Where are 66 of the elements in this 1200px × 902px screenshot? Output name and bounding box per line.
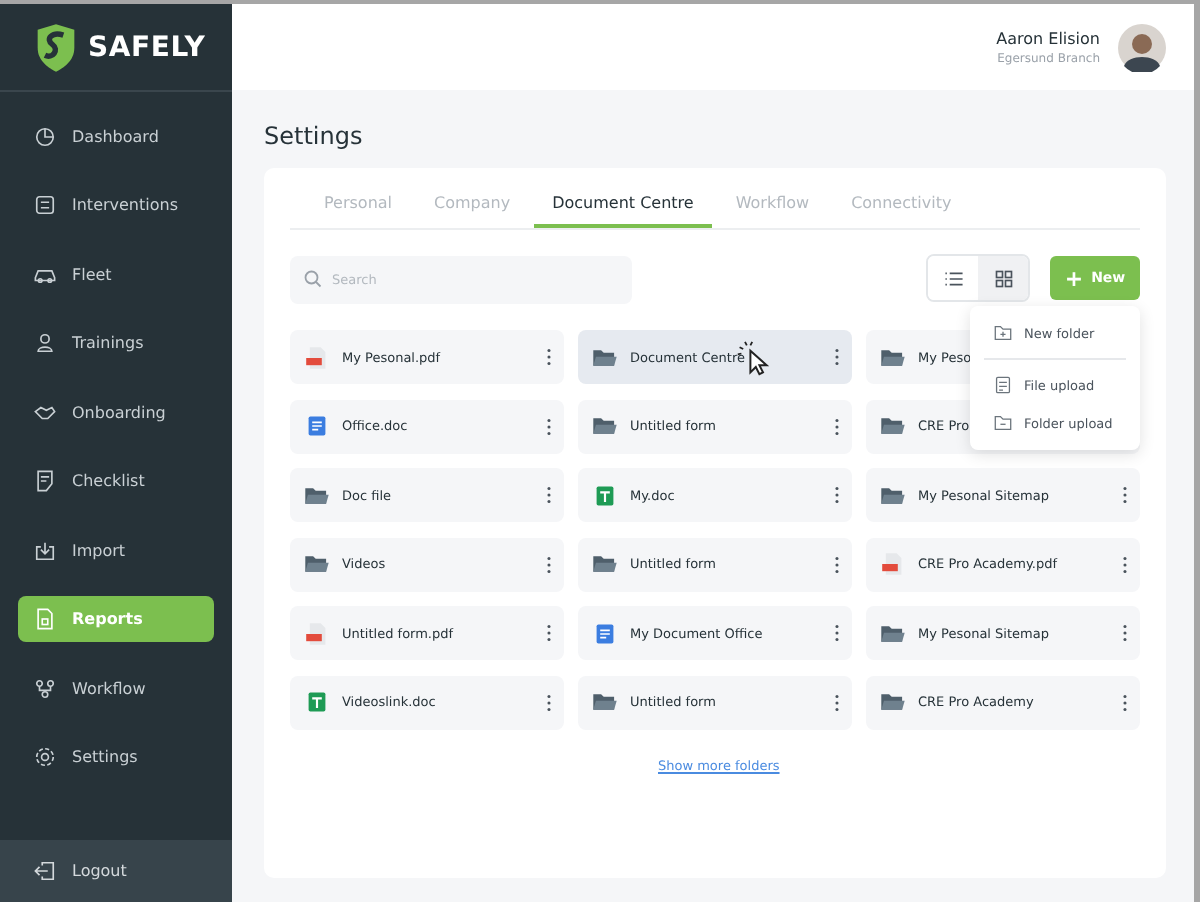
sidebar-item[interactable]: Checklist	[18, 458, 214, 505]
sidebar-item[interactable]: Interventions	[18, 182, 214, 229]
search-icon	[304, 269, 322, 287]
folder-icon	[880, 621, 906, 645]
shield-logo-icon	[34, 23, 78, 71]
more-options-icon[interactable]	[834, 555, 840, 573]
pie-chart-icon	[34, 125, 56, 148]
workflow-icon	[34, 677, 56, 700]
more-options-icon[interactable]	[834, 417, 840, 435]
more-options-icon[interactable]	[834, 348, 840, 366]
sidebar-item[interactable]: Onboarding	[18, 389, 214, 436]
folder-icon	[592, 345, 618, 369]
spreadsheet-icon	[304, 690, 330, 714]
more-options-icon[interactable]	[834, 693, 840, 711]
folder-icon	[304, 552, 330, 576]
sidebar-item[interactable]: Workflow	[18, 665, 214, 712]
more-options-icon[interactable]	[1122, 693, 1128, 711]
more-options-icon[interactable]	[1122, 555, 1128, 573]
sidebar-item[interactable]: Import	[18, 527, 214, 574]
more-options-icon[interactable]	[546, 555, 552, 573]
person-icon	[34, 332, 56, 355]
more-options-icon[interactable]	[1122, 624, 1128, 642]
checklist-icon	[34, 470, 56, 493]
more-options-icon[interactable]	[834, 624, 840, 642]
folder-icon	[880, 690, 906, 714]
document-icon	[304, 414, 330, 438]
folder-icon	[994, 414, 1012, 432]
document-icon	[592, 621, 618, 645]
more-options-icon[interactable]	[546, 486, 552, 504]
page-title: Settings	[264, 122, 365, 150]
folder-icon	[592, 552, 618, 576]
sidebar-item[interactable]: Settings	[18, 734, 214, 781]
pdf-file-icon	[304, 621, 330, 645]
grid-view-button[interactable]	[978, 256, 1028, 300]
folder-add-icon	[994, 324, 1012, 342]
spreadsheet-icon	[592, 483, 618, 507]
folder-icon	[880, 414, 906, 438]
brand-name: SAFELY	[88, 31, 206, 63]
folder-icon	[304, 483, 330, 507]
more-options-icon[interactable]	[546, 624, 552, 642]
settings-icon	[34, 746, 56, 769]
file-icon	[994, 376, 1012, 394]
more-options-icon[interactable]	[834, 486, 840, 504]
sidebar-item[interactable]: Dashboard	[18, 113, 214, 160]
logout-button[interactable]: Logout	[0, 840, 232, 902]
logout-icon	[34, 860, 56, 882]
grid-icon	[993, 269, 1013, 287]
folder-icon	[592, 690, 618, 714]
folder-icon	[592, 414, 618, 438]
user-name: Aaron Elision	[996, 29, 1100, 47]
more-options-icon[interactable]	[546, 693, 552, 711]
avatar-icon[interactable]	[1118, 23, 1166, 71]
folder-icon	[880, 483, 906, 507]
pdf-file-icon	[304, 345, 330, 369]
more-options-icon[interactable]	[546, 417, 552, 435]
tab[interactable]: Document Centre	[534, 188, 712, 228]
more-options-icon[interactable]	[1122, 486, 1128, 504]
folder-icon	[880, 345, 906, 369]
sidebar-item[interactable]: Fleet	[18, 251, 214, 298]
clipboard-icon	[34, 194, 56, 217]
sidebar-item[interactable]: Trainings	[18, 320, 214, 367]
more-options-icon[interactable]	[546, 348, 552, 366]
import-icon	[34, 539, 56, 562]
list-icon	[943, 269, 963, 287]
pdf-file-icon	[880, 552, 906, 576]
document-icon	[34, 608, 56, 631]
